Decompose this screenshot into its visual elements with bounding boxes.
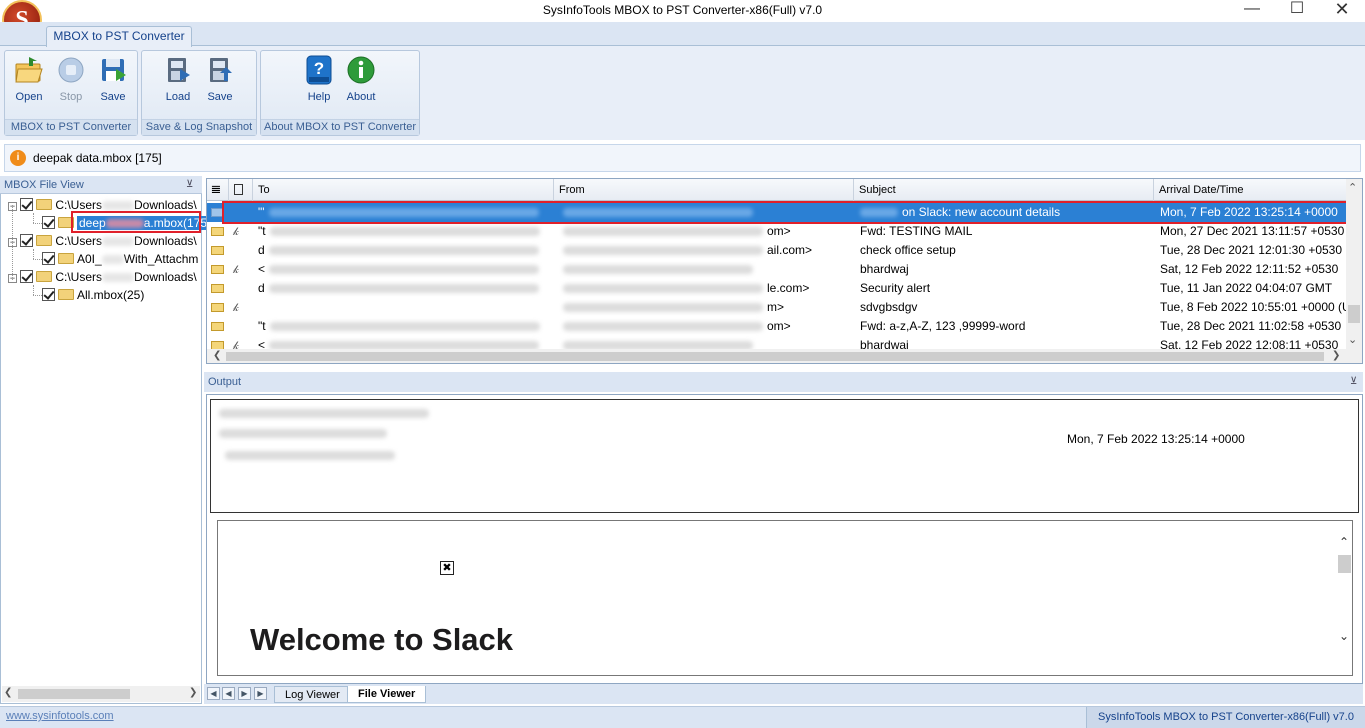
subject-cell: bhardwaj <box>860 338 909 349</box>
arrival-date-cell: Tue, 8 Feb 2022 10:55:01 +0000 (U... <box>1160 300 1346 314</box>
message-icon-cell <box>207 279 229 298</box>
scroll-right-arrow-icon[interactable]: ❯ <box>189 687 197 698</box>
message-icon-cell <box>207 317 229 336</box>
scroll-down-arrow-icon[interactable]: ⌄ <box>1339 629 1349 643</box>
tab-log-viewer[interactable]: Log Viewer <box>274 686 351 703</box>
from-cell: ail.com> <box>555 241 855 260</box>
to-cell: "t <box>254 317 554 336</box>
to-cell: < <box>254 260 554 279</box>
message-icon-cell <box>207 222 229 241</box>
broken-image-icon: ✖ <box>440 561 454 575</box>
left-scroll-thumb[interactable] <box>18 689 130 699</box>
output-title: Output <box>208 376 242 388</box>
envelope-icon <box>211 341 224 349</box>
envelope-icon <box>211 322 224 331</box>
message-header-pane: Mon, 7 Feb 2022 13:25:14 +0000 <box>210 399 1359 513</box>
scroll-down-arrow-icon[interactable]: ⌄ <box>1348 333 1357 346</box>
message-icon-cell <box>207 336 229 349</box>
attachment-cell: 𝓀 <box>229 336 253 349</box>
scroll-left-arrow-icon[interactable]: ❮ <box>4 687 12 698</box>
from-cell: le.com> <box>555 279 855 298</box>
prev-tab-icon[interactable]: ◀ <box>222 687 235 700</box>
last-tab-icon[interactable]: ▶ <box>254 687 267 700</box>
subject-cell: Security alert <box>860 281 931 295</box>
attachment-cell: 𝓀 <box>229 298 253 317</box>
grid-vscroll-thumb[interactable] <box>1348 305 1360 323</box>
arrival-date-cell: Mon, 27 Dec 2021 13:11:57 +0530 <box>1160 224 1345 238</box>
to-cell: d <box>254 279 554 298</box>
table-row[interactable]: 𝓀 < bhardwaj Sat, 12 Feb 2022 12:08:11 +053… <box>207 336 1347 349</box>
table-row[interactable]: "t om> Fwd: a-z,A-Z, 123 ,99999-word Tue, 2… <box>207 317 1347 336</box>
arrival-date-cell: Tue, 28 Dec 2021 11:02:58 +0530 <box>1160 319 1342 333</box>
attachment-cell <box>229 279 253 298</box>
attachment-cell: 𝓀 <box>229 222 253 241</box>
from-cell <box>555 336 855 349</box>
next-tab-icon[interactable]: ▶ <box>238 687 251 700</box>
attachment-cell: 𝓀 <box>229 260 253 279</box>
to-cell <box>254 298 554 317</box>
grid-rows: "' on Slack: new account details Mon, 7 Fe… <box>0 0 1365 349</box>
body-scroll-thumb[interactable] <box>1338 555 1351 573</box>
grid-hscroll-thumb[interactable] <box>226 352 1324 361</box>
table-row[interactable]: 𝓀 m> sdvgbsdgv Tue, 8 Feb 2022 10:55:01 +00… <box>207 298 1347 317</box>
arrival-date-cell: Tue, 28 Dec 2021 12:01:30 +0530 <box>1160 243 1343 257</box>
to-cell: < <box>254 336 554 349</box>
table-row[interactable]: 𝓀 < bhardwaj Sat, 12 Feb 2022 12:11:52 +053… <box>207 260 1347 279</box>
arrival-date-cell: Tue, 11 Jan 2022 04:04:07 GMT <box>1160 281 1333 295</box>
body-vertical-scrollbar[interactable]: ⌃ ⌄ <box>1336 521 1352 675</box>
website-link[interactable]: www.sysinfotools.com <box>6 710 114 722</box>
status-product-name: SysInfoTools MBOX to PST Converter-x86(F… <box>1086 707 1365 728</box>
redacted-text <box>225 451 395 460</box>
paperclip-icon: 𝓀 <box>233 226 239 238</box>
paperclip-icon: 𝓀 <box>233 340 239 349</box>
subject-cell: check office setup <box>860 243 956 257</box>
to-cell: d <box>254 241 554 260</box>
attachment-cell <box>229 317 253 336</box>
envelope-icon <box>211 227 224 236</box>
paperclip-icon: 𝓀 <box>233 264 239 276</box>
table-row[interactable]: d le.com> Security alert Tue, 11 Jan 2022 0… <box>207 279 1347 298</box>
table-row[interactable]: 𝓀 "t om> Fwd: TESTING MAIL Mon, 27 Dec 2021 … <box>207 222 1347 241</box>
from-cell <box>555 260 855 279</box>
table-row[interactable]: d ail.com> check office setup Tue, 28 Dec 2… <box>207 241 1347 260</box>
subject-cell: Fwd: TESTING MAIL <box>860 224 973 238</box>
message-body-heading: Welcome to Slack <box>250 622 514 657</box>
pin-icon[interactable]: ⊻ <box>1350 372 1357 392</box>
envelope-icon <box>211 303 224 312</box>
message-date: Mon, 7 Feb 2022 13:25:14 +0000 <box>1067 432 1245 446</box>
grid-vertical-scrollbar[interactable] <box>1346 179 1362 349</box>
message-icon-cell <box>207 260 229 279</box>
arrival-date-cell: Sat, 12 Feb 2022 12:08:11 +0530 <box>1160 338 1339 349</box>
envelope-icon <box>211 284 224 293</box>
from-cell: m> <box>555 298 855 317</box>
from-cell: om> <box>555 317 855 336</box>
scroll-up-arrow-icon[interactable]: ⌃ <box>1339 535 1349 549</box>
redacted-text <box>219 409 429 418</box>
envelope-icon <box>211 246 224 255</box>
scroll-left-arrow-icon[interactable]: ❮ <box>213 350 221 361</box>
subject-cell: sdvgbsdgv <box>860 300 918 314</box>
scroll-right-arrow-icon[interactable]: ❯ <box>1332 350 1340 361</box>
first-tab-icon[interactable]: ◀ <box>207 687 220 700</box>
subject-cell: bhardwaj <box>860 262 909 276</box>
tab-file-viewer[interactable]: File Viewer <box>347 686 427 703</box>
redacted-text <box>219 429 387 438</box>
arrival-date-cell: Sat, 12 Feb 2022 12:11:52 +0530 <box>1160 262 1339 276</box>
envelope-icon <box>211 265 224 274</box>
scroll-up-arrow-icon[interactable]: ⌃ <box>1348 181 1357 194</box>
subject-cell: Fwd: a-z,A-Z, 123 ,99999-word <box>860 319 1026 333</box>
output-header: Output ⊻ <box>204 372 1363 392</box>
message-icon-cell <box>207 298 229 317</box>
paperclip-icon: 𝓀 <box>233 302 239 314</box>
message-icon-cell <box>207 241 229 260</box>
attachment-cell <box>229 241 253 260</box>
from-cell: om> <box>555 222 855 241</box>
to-cell: "t <box>254 222 554 241</box>
highlight-box-selected-row <box>222 201 1350 224</box>
